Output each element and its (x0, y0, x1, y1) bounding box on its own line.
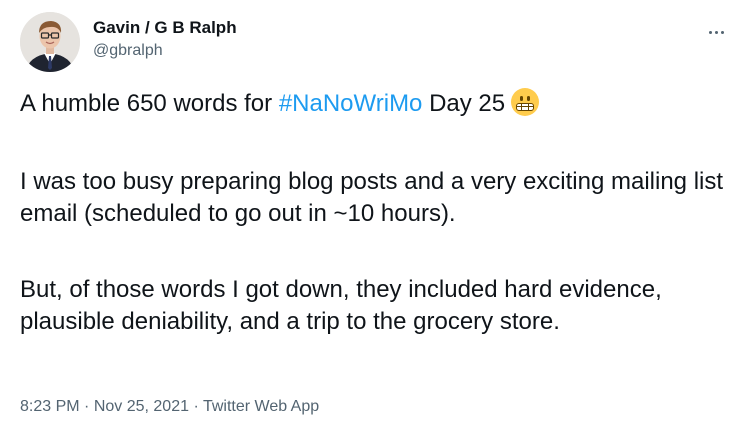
tweet-line-1: A humble 650 words for #NaNoWriMo Day 25 (20, 88, 540, 120)
tweet-text-prefix: A humble 650 words for (20, 90, 279, 117)
more-horizontal-icon[interactable] (702, 22, 730, 42)
avatar[interactable] (20, 12, 80, 72)
more-dot (708, 30, 712, 34)
tweet-meta: 8:23 PM · Nov 25, 2021 · Twitter Web App (20, 396, 319, 418)
tweet-source[interactable]: Twitter Web App (203, 398, 319, 415)
tweet-text-suffix: Day 25 (422, 90, 506, 117)
user-handle[interactable]: @gbralph (93, 40, 237, 62)
meta-separator: · (189, 398, 203, 415)
meta-separator: · (79, 398, 94, 415)
author-info: Gavin / G B Ralph @gbralph (93, 17, 237, 62)
more-dot (714, 30, 718, 34)
hashtag-link[interactable]: #NaNoWriMo (279, 90, 423, 117)
tweet-date[interactable]: Nov 25, 2021 (94, 398, 189, 415)
tweet-time[interactable]: 8:23 PM (20, 398, 80, 415)
tweet-paragraph-2: I was too busy preparing blog posts and … (20, 168, 724, 227)
grimacing-face-emoji-icon (511, 88, 540, 116)
tweet: Gavin / G B Ralph @gbralph A humble 650 … (0, 0, 750, 433)
display-name[interactable]: Gavin / G B Ralph (93, 17, 237, 39)
avatar-image (20, 12, 80, 72)
tweet-paragraph-3: But, of those words I got down, they inc… (20, 276, 662, 335)
tweet-header: Gavin / G B Ralph @gbralph (20, 12, 730, 74)
more-dot (720, 30, 724, 34)
